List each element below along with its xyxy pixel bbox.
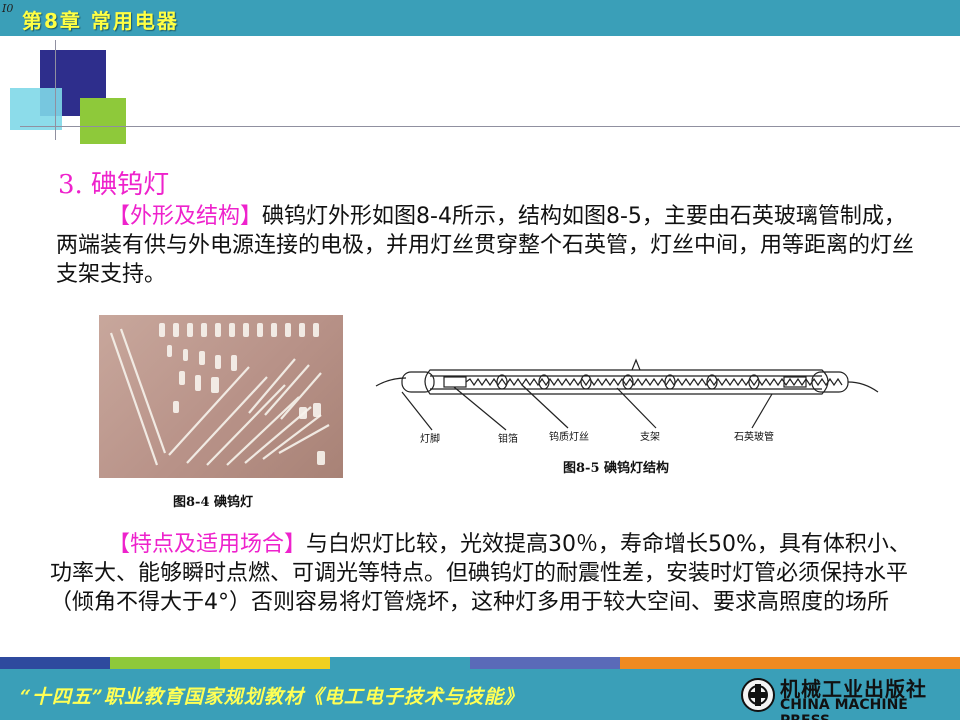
- label-lamp-base: 灯脚: [420, 432, 440, 445]
- chapter-title: 第8章 常用电器: [22, 9, 179, 33]
- strip-segment: [0, 657, 110, 669]
- label-support: 支架: [640, 431, 660, 443]
- textbook-series-title: “十四五”职业教育国家规划教材《电工电子技术与技能》: [20, 686, 524, 708]
- publisher-logo-icon: [740, 676, 776, 714]
- corner-mark: I0: [2, 2, 14, 15]
- figure-8-5-caption: 图8-5 碘钨灯结构: [563, 461, 670, 476]
- decor-square-green: [80, 98, 126, 144]
- strip-segment: [470, 657, 620, 669]
- lamp-structure-diagram: 灯脚 钼箔 钨质灯丝 支架 石英玻管: [372, 348, 882, 448]
- decor-horizontal-line: [20, 126, 960, 127]
- strip-segment: [330, 657, 470, 669]
- publisher-name-en: CHINA MACHINE PRESS: [780, 697, 908, 720]
- label-molybdenum-foil: 钼箔: [498, 432, 518, 445]
- chapter-header: I0 第8章 常用电器: [0, 0, 960, 36]
- strip-segment: [620, 657, 960, 669]
- strip-segment: [110, 657, 220, 669]
- label-tungsten-filament: 钨质灯丝: [549, 430, 589, 443]
- structure-paragraph: 【外形及结构】碘钨灯外形如图8-4所示，结构如图8-5，主要由石英玻璃管制成，两…: [56, 202, 916, 289]
- lamps-illustration: [109, 323, 330, 466]
- figure-8-4-caption: 图8-4 碘钨灯: [173, 495, 254, 510]
- section-title: 3. 碘钨灯: [58, 170, 170, 200]
- decor-vertical-line: [55, 40, 56, 140]
- features-tag: 【特点及适用场合】: [108, 532, 307, 557]
- label-quartz-tube: 石英玻管: [734, 430, 774, 443]
- strip-segment: [220, 657, 330, 669]
- features-paragraph: 【特点及适用场合】与白炽灯比较，光效提高30％，寿命增长50%，具有体积小、功率…: [50, 530, 920, 617]
- footer-color-strip: [0, 657, 960, 669]
- structure-drawing: 灯脚 钼箔 钨质灯丝 支架 石英玻管: [375, 358, 879, 445]
- halogen-lamps-photo: [99, 315, 343, 478]
- structure-tag: 【外形及结构】: [108, 204, 263, 229]
